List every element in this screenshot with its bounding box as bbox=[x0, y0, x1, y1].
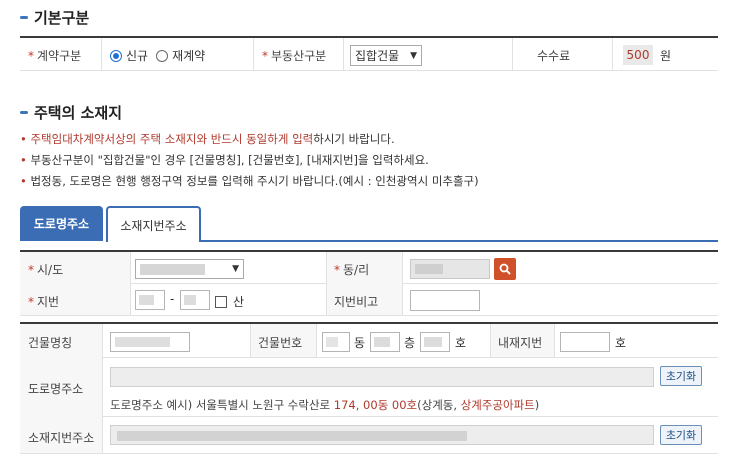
radio-new-label[interactable]: 신규 bbox=[126, 47, 148, 64]
property-type-label: * 부동산구분 bbox=[262, 49, 327, 63]
radio-renew[interactable] bbox=[156, 49, 169, 62]
san-label: 산 bbox=[233, 295, 245, 309]
tab-road-address[interactable]: 도로명주소 bbox=[20, 206, 103, 241]
san-checkbox-group: 산 bbox=[215, 293, 244, 310]
chevron-down-icon: ▼ bbox=[232, 264, 239, 274]
jibun-remark-input[interactable] bbox=[410, 290, 480, 311]
jibun-address-input[interactable] bbox=[110, 425, 654, 445]
jibun-address-label: 소재지번주소 bbox=[28, 431, 95, 445]
road-address-input[interactable] bbox=[110, 367, 654, 387]
tab-underline bbox=[201, 240, 718, 242]
road-address-label: 도로명주소 bbox=[28, 382, 84, 396]
jibun-address-reset-button[interactable]: 초기화 bbox=[660, 425, 702, 445]
jibun-remark-label: 지번비고 bbox=[334, 295, 379, 309]
inner-jibun-label: 내재지번 bbox=[498, 336, 543, 350]
building-number-label: 건물번호 bbox=[258, 336, 303, 350]
fee-unit: 원 bbox=[660, 49, 672, 63]
jibun-label: * 지번 bbox=[28, 295, 60, 309]
table-bottom-border bbox=[20, 70, 718, 71]
building-dong-input[interactable] bbox=[322, 332, 350, 352]
inner-jibun-input[interactable] bbox=[560, 332, 610, 352]
jibun-sub-input[interactable] bbox=[180, 290, 210, 310]
san-checkbox[interactable] bbox=[215, 295, 227, 308]
radio-renew-label[interactable]: 재계약 bbox=[172, 47, 205, 64]
fee-value: 500 bbox=[623, 45, 653, 65]
chevron-down-icon: ▼ bbox=[410, 50, 417, 61]
notice-line-1: • 주택임대차계약서상의 주택 소재지와 반드시 동일하게 입력하시기 바랍니다… bbox=[20, 132, 395, 146]
sido-label: * 시/도 bbox=[28, 263, 64, 277]
notice-line-2: • 부동산구분이 "집합건물"인 경우 [건물명칭], [건물번호], [내재지… bbox=[20, 153, 429, 167]
dongri-input[interactable] bbox=[410, 259, 490, 279]
fee-label: 수수료 bbox=[537, 49, 571, 63]
sido-select[interactable]: ▼ bbox=[135, 259, 244, 279]
dongri-label: * 동/리 bbox=[334, 263, 370, 277]
search-button[interactable] bbox=[494, 258, 516, 280]
contract-type-options: 신규 재계약 bbox=[110, 47, 205, 64]
section-title-location: 주택의 소재지 bbox=[20, 102, 122, 123]
building-name-input[interactable] bbox=[110, 332, 190, 352]
property-type-select[interactable]: 집합건물 ▼ bbox=[350, 45, 422, 66]
notice-line-3: • 법정동, 도로명은 현행 행정구역 정보를 입력해 주시기 바랍니다.(예시… bbox=[20, 174, 479, 188]
section-bar-icon bbox=[20, 16, 28, 19]
building-name-label: 건물명칭 bbox=[28, 336, 73, 350]
tab-jibun-address[interactable]: 소재지번주소 bbox=[106, 206, 201, 242]
building-floor-input[interactable] bbox=[370, 332, 400, 352]
section-title-basic: 기본구분 bbox=[20, 7, 89, 28]
table-top-border bbox=[20, 36, 718, 38]
building-ho-input[interactable] bbox=[420, 332, 450, 352]
jibun-main-input[interactable] bbox=[135, 290, 165, 310]
road-address-reset-button[interactable]: 초기화 bbox=[660, 366, 702, 386]
road-address-example: 도로명주소 예시) 서울특별시 노원구 수락산로 174, 00동 00호(상계… bbox=[110, 398, 540, 412]
contract-type-label: * 계약구분 bbox=[28, 49, 82, 63]
section-bar-icon bbox=[20, 111, 28, 114]
jibun-dash: - bbox=[170, 292, 175, 306]
search-icon bbox=[499, 263, 511, 275]
radio-new[interactable] bbox=[110, 49, 122, 62]
